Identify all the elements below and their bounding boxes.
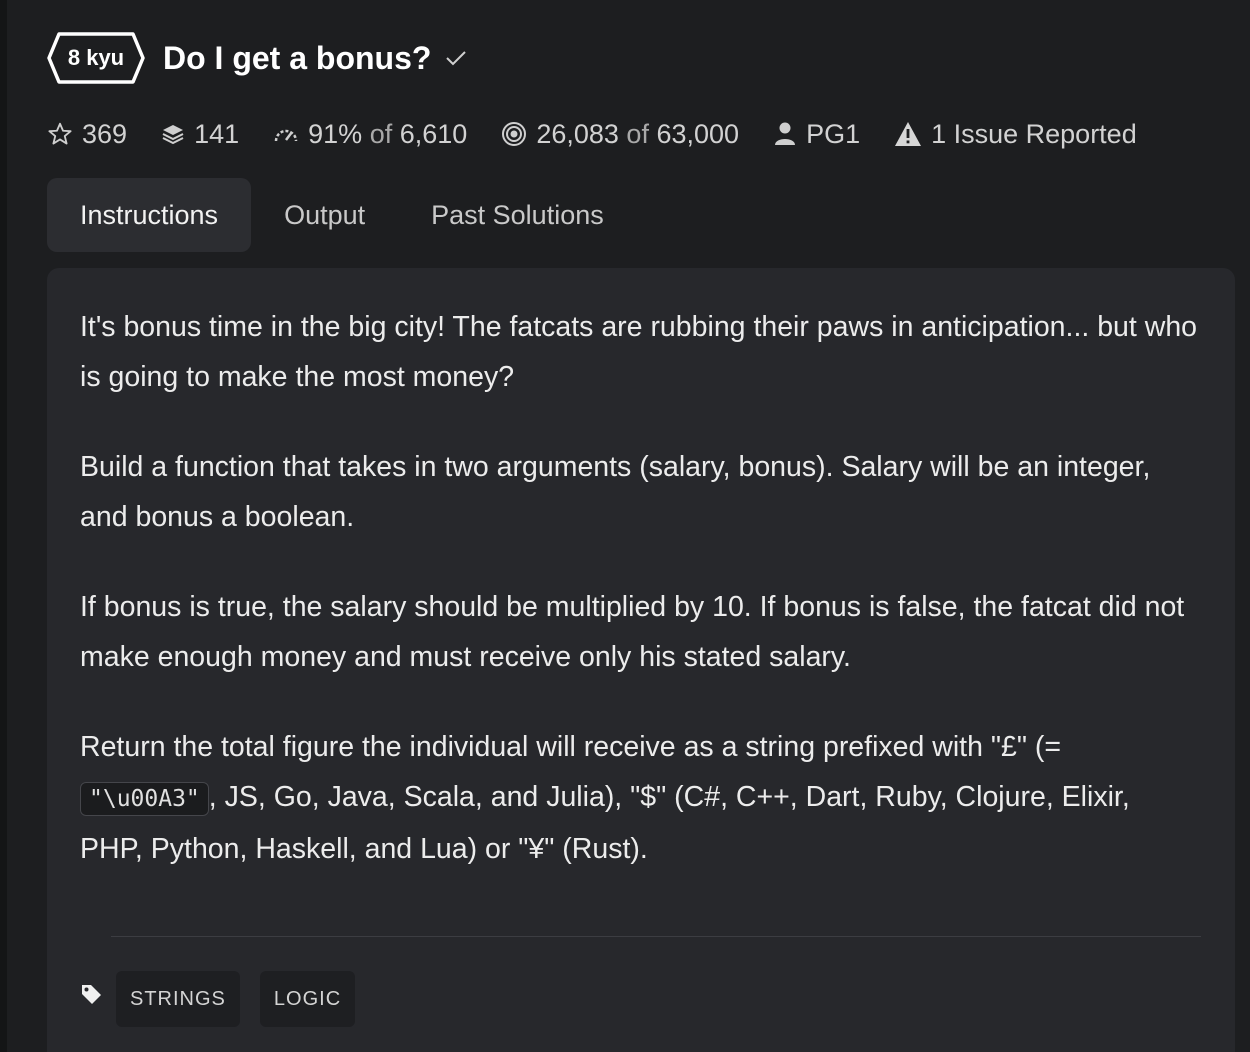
description-paragraph-1: It's bonus time in the big city! The fat… [80, 311, 1198, 393]
satisfaction-stat: 91% of 6,610 [273, 119, 467, 150]
collections-count: 141 [194, 118, 240, 149]
kata-page: 8 kyu Do I get a bonus? 369 141 91% of 6… [0, 0, 1250, 1052]
tab-past-solutions[interactable]: Past Solutions [398, 178, 637, 252]
satisfaction-of: of [369, 118, 393, 149]
satisfaction-votes: 6,610 [399, 118, 468, 149]
collections-stat[interactable]: 141 [161, 119, 239, 150]
rank-badge: 8 kyu [47, 32, 145, 84]
instructions-panel: It's bonus time in the big city! The fat… [47, 268, 1235, 1052]
satisfaction-rate: 91% [308, 118, 363, 149]
completed-stat: 26,083 of 63,000 [501, 119, 739, 150]
description-p4-start: Return the total figure the individual w… [80, 731, 1062, 763]
inline-code: "\u00A3" [80, 782, 209, 816]
tag-list: STRINGS LOGIC [80, 970, 375, 1028]
stack-icon [161, 122, 185, 146]
description-p4-end: , JS, Go, Java, Scala, and Julia), "$" (… [80, 781, 1130, 865]
star-icon [47, 121, 73, 147]
tab-instructions[interactable]: Instructions [47, 178, 252, 252]
attempts-count: 63,000 [656, 118, 740, 149]
kata-header: 8 kyu Do I get a bonus? [47, 30, 467, 86]
issues-stat[interactable]: 1 Issue Reported [894, 119, 1137, 150]
gauge-icon [273, 124, 299, 144]
divider [111, 936, 1201, 937]
check-icon [445, 49, 467, 67]
stars-count: 369 [82, 118, 128, 149]
tag-strings[interactable]: STRINGS [116, 971, 240, 1027]
user-icon [773, 121, 797, 147]
stars-stat[interactable]: 369 [47, 119, 127, 150]
rank-label: 8 kyu [67, 45, 125, 70]
kata-stats: 369 141 91% of 6,610 26,083 of 63,000 PG… [47, 112, 1171, 156]
tag-icon [80, 983, 102, 1005]
author-name: PG1 [806, 118, 861, 149]
tab-output[interactable]: Output [251, 178, 398, 252]
author-stat[interactable]: PG1 [773, 119, 860, 150]
description-paragraph-2: Build a function that takes in two argum… [80, 451, 1151, 533]
target-icon [501, 121, 527, 147]
tag-logic[interactable]: LOGIC [259, 971, 356, 1027]
description-paragraph-4: Return the total figure the individual w… [80, 722, 1200, 874]
kata-title: Do I get a bonus? [163, 39, 432, 76]
completed-of: of [626, 118, 649, 149]
kata-tabs: Instructions Output Past Solutions [47, 178, 637, 252]
completed-count: 26,083 [536, 118, 619, 149]
description-paragraph-3: If bonus is true, the salary should be m… [80, 591, 1185, 673]
issues-label: 1 Issue Reported [931, 118, 1137, 149]
kata-description: It's bonus time in the big city! The fat… [80, 302, 1200, 914]
warning-icon [894, 121, 922, 147]
